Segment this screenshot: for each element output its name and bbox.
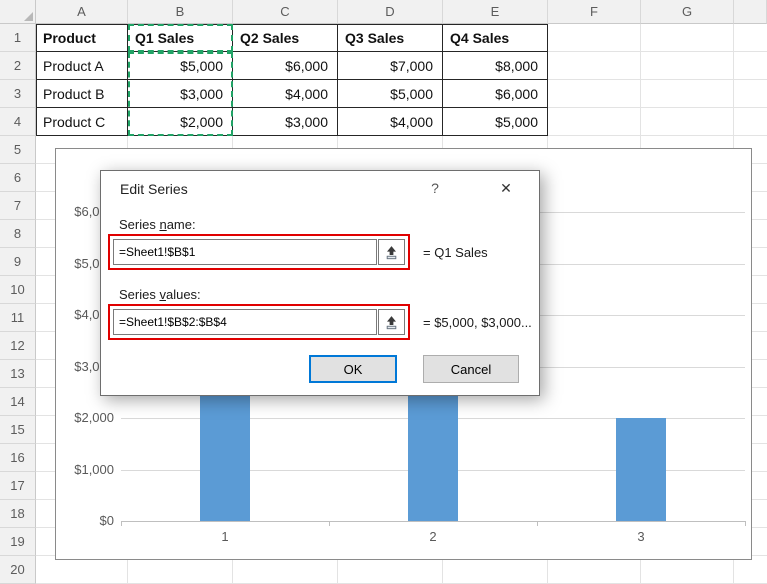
row-header-2[interactable]: 2 [0, 52, 36, 80]
row-header-14[interactable]: 14 [0, 388, 36, 416]
series-values-collapse-button[interactable] [378, 309, 405, 335]
x-axis-line [121, 521, 745, 522]
cancel-button[interactable]: Cancel [423, 355, 519, 383]
column-header-A[interactable]: A [36, 0, 128, 24]
series-name-input[interactable] [113, 239, 377, 265]
column-header-D[interactable]: D [338, 0, 443, 24]
column-header-C[interactable]: C [233, 0, 338, 24]
label-text: Series [119, 217, 160, 232]
cell-E1[interactable]: Q4 Sales [443, 24, 548, 52]
cell-A3[interactable]: Product B [36, 80, 128, 108]
collapse-range-icon [386, 245, 397, 259]
row-header-12[interactable]: 12 [0, 332, 36, 360]
series-name-result: = Q1 Sales [423, 244, 488, 260]
column-header-E[interactable]: E [443, 0, 548, 24]
cell-B1[interactable]: Q1 Sales [128, 24, 233, 52]
label-text: alues: [165, 287, 201, 302]
row-header-6[interactable]: 6 [0, 164, 36, 192]
row-header-5[interactable]: 5 [0, 136, 36, 164]
y-axis-label: $2,000 [74, 410, 114, 425]
x-axis-category-label: 1 [221, 529, 229, 544]
label-accesskey: n [159, 217, 167, 232]
cell-C2[interactable]: $6,000 [233, 52, 338, 80]
cell-E3[interactable]: $6,000 [443, 80, 548, 108]
x-axis-tick [121, 521, 122, 526]
row-header-13[interactable]: 13 [0, 360, 36, 388]
cell-D4[interactable]: $4,000 [338, 108, 443, 136]
y-axis-label: $0 [99, 513, 114, 528]
cell-D1[interactable]: Q3 Sales [338, 24, 443, 52]
cell-B3[interactable]: $3,000 [128, 80, 233, 108]
close-button[interactable]: ✕ [489, 180, 523, 197]
cell-A2[interactable]: Product A [36, 52, 128, 80]
x-axis-tick [745, 521, 746, 526]
label-text: Series [119, 287, 160, 302]
row-header-3[interactable]: 3 [0, 80, 36, 108]
x-axis-category-label: 2 [429, 529, 437, 544]
cell-E4[interactable]: $5,000 [443, 108, 548, 136]
cell-B2[interactable]: $5,000 [128, 52, 233, 80]
cell-C1[interactable]: Q2 Sales [233, 24, 338, 52]
x-axis-category-label: 3 [637, 529, 645, 544]
row-header-10[interactable]: 10 [0, 276, 36, 304]
ok-button[interactable]: OK [309, 355, 397, 383]
cell-D3[interactable]: $5,000 [338, 80, 443, 108]
row-header-1[interactable]: 1 [0, 24, 36, 52]
series-name-label: Series name: [119, 217, 196, 232]
collapse-range-icon [386, 315, 397, 329]
edit-series-dialog: Edit Series ? ✕ Series name: = Q1 Sales … [100, 170, 540, 396]
row-header-16[interactable]: 16 [0, 444, 36, 472]
chart-bar-3[interactable] [616, 418, 666, 521]
row-header-7[interactable]: 7 [0, 192, 36, 220]
row-header-19[interactable]: 19 [0, 528, 36, 556]
cell-A4[interactable]: Product C [36, 108, 128, 136]
cell-B4[interactable]: $2,000 [128, 108, 233, 136]
series-name-collapse-button[interactable] [378, 239, 405, 265]
row-header-9[interactable]: 9 [0, 248, 36, 276]
x-axis-tick [329, 521, 330, 526]
x-axis-tick [537, 521, 538, 526]
column-header-G[interactable]: G [641, 0, 734, 24]
help-button[interactable]: ? [419, 180, 451, 196]
dialog-title: Edit Series [120, 181, 188, 197]
cell-C3[interactable]: $4,000 [233, 80, 338, 108]
row-header-4[interactable]: 4 [0, 108, 36, 136]
column-header-F[interactable]: F [548, 0, 641, 24]
column-header-B[interactable]: B [128, 0, 233, 24]
cell-C4[interactable]: $3,000 [233, 108, 338, 136]
row-header-11[interactable]: 11 [0, 304, 36, 332]
column-header-partial[interactable] [734, 0, 767, 24]
label-text: ame: [166, 217, 196, 232]
row-header-20[interactable]: 20 [0, 556, 36, 584]
series-values-label: Series values: [119, 287, 201, 302]
cell-A1[interactable]: Product [36, 24, 128, 52]
select-all-corner[interactable] [0, 0, 36, 24]
row-header-8[interactable]: 8 [0, 220, 36, 248]
row-header-17[interactable]: 17 [0, 472, 36, 500]
row-header-15[interactable]: 15 [0, 416, 36, 444]
series-values-result: = $5,000, $3,000... [423, 314, 532, 330]
cell-D2[interactable]: $7,000 [338, 52, 443, 80]
cell-E2[interactable]: $8,000 [443, 52, 548, 80]
y-axis-label: $1,000 [74, 461, 114, 477]
series-values-input[interactable] [113, 309, 377, 335]
row-header-18[interactable]: 18 [0, 500, 36, 528]
